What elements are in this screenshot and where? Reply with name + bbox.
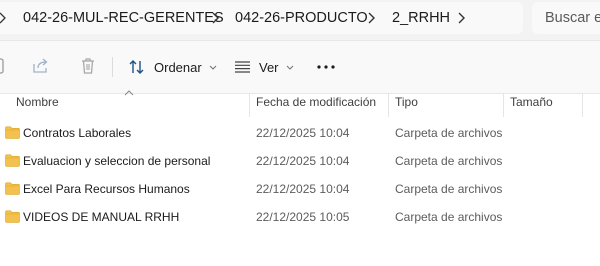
- delete-icon[interactable]: [77, 55, 99, 77]
- file-name[interactable]: VIDEOS DE MANUAL RRHH: [23, 203, 179, 231]
- chevron-right-icon[interactable]: [454, 2, 468, 34]
- column-header-name[interactable]: Nombre: [16, 93, 59, 113]
- file-date: 22/12/2025 10:04: [256, 182, 350, 196]
- chevron-right-icon[interactable]: [0, 2, 6, 34]
- column-divider[interactable]: [388, 93, 389, 117]
- file-name[interactable]: Evaluacion y seleccion de personal: [23, 147, 210, 175]
- view-icon: [234, 60, 251, 74]
- view-label: Ver: [259, 59, 279, 75]
- breadcrumb-item[interactable]: 042-26-MUL-REC-GERENTES: [23, 2, 224, 34]
- column-header-type[interactable]: Tipo: [395, 93, 418, 113]
- toolbar-divider: [112, 57, 113, 77]
- folder-icon: [5, 210, 20, 223]
- folder-icon: [5, 182, 20, 195]
- folder-icon: [5, 126, 20, 139]
- file-type: Carpeta de archivos: [395, 182, 503, 196]
- sort-button[interactable]: Ordenar: [128, 53, 217, 81]
- search-placeholder: Buscar en: [545, 10, 600, 26]
- breadcrumb-item-current[interactable]: 2_RRHH: [392, 2, 450, 34]
- column-divider[interactable]: [503, 93, 504, 117]
- file-date: 22/12/2025 10:04: [256, 126, 350, 140]
- search-input[interactable]: Buscar en: [532, 2, 600, 34]
- file-type: Carpeta de archivos: [395, 126, 503, 140]
- chevron-down-icon: [286, 65, 294, 70]
- command-bar: Ordenar Ver: [0, 40, 600, 94]
- file-name[interactable]: Contratos Laborales: [23, 119, 131, 147]
- view-button[interactable]: Ver: [234, 53, 294, 81]
- more-options-icon: [317, 65, 335, 69]
- file-date: 22/12/2025 10:05: [256, 210, 350, 224]
- file-type: Carpeta de archivos: [395, 154, 503, 168]
- file-name[interactable]: Excel Para Recursos Humanos: [23, 175, 190, 203]
- file-date: 22/12/2025 10:04: [256, 154, 350, 168]
- table-row[interactable]: Excel Para Recursos Humanos 22/12/2025 1…: [0, 175, 600, 203]
- more-options-button[interactable]: [312, 53, 340, 81]
- column-divider[interactable]: [582, 93, 583, 117]
- sort-ascending-icon: [124, 84, 134, 96]
- file-type: Carpeta de archivos: [395, 210, 503, 224]
- chevron-right-icon[interactable]: [208, 2, 222, 34]
- table-row[interactable]: VIDEOS DE MANUAL RRHH 22/12/2025 10:05 C…: [0, 203, 600, 231]
- column-header-size[interactable]: Tamaño: [510, 93, 553, 113]
- sort-icon: [128, 58, 146, 76]
- copy-icon[interactable]: [0, 55, 8, 77]
- column-headers: Nombre Fecha de modificación Tipo Tamaño: [0, 90, 600, 117]
- folder-icon: [5, 154, 20, 167]
- table-row[interactable]: Evaluacion y seleccion de personal 22/12…: [0, 147, 600, 175]
- share-icon[interactable]: [30, 55, 52, 77]
- address-toolbar: 042-26-MUL-REC-GERENTES 042-26-PRODUCTO …: [0, 0, 600, 40]
- sort-label: Ordenar: [154, 59, 202, 75]
- chevron-right-icon[interactable]: [364, 2, 378, 34]
- column-header-date[interactable]: Fecha de modificación: [256, 93, 376, 113]
- address-bar[interactable]: 042-26-MUL-REC-GERENTES 042-26-PRODUCTO …: [0, 2, 523, 34]
- table-row[interactable]: Contratos Laborales 22/12/2025 10:04 Car…: [0, 119, 600, 147]
- column-divider[interactable]: [249, 93, 250, 117]
- chevron-down-icon: [209, 65, 217, 70]
- breadcrumb-item[interactable]: 042-26-PRODUCTO: [235, 2, 368, 34]
